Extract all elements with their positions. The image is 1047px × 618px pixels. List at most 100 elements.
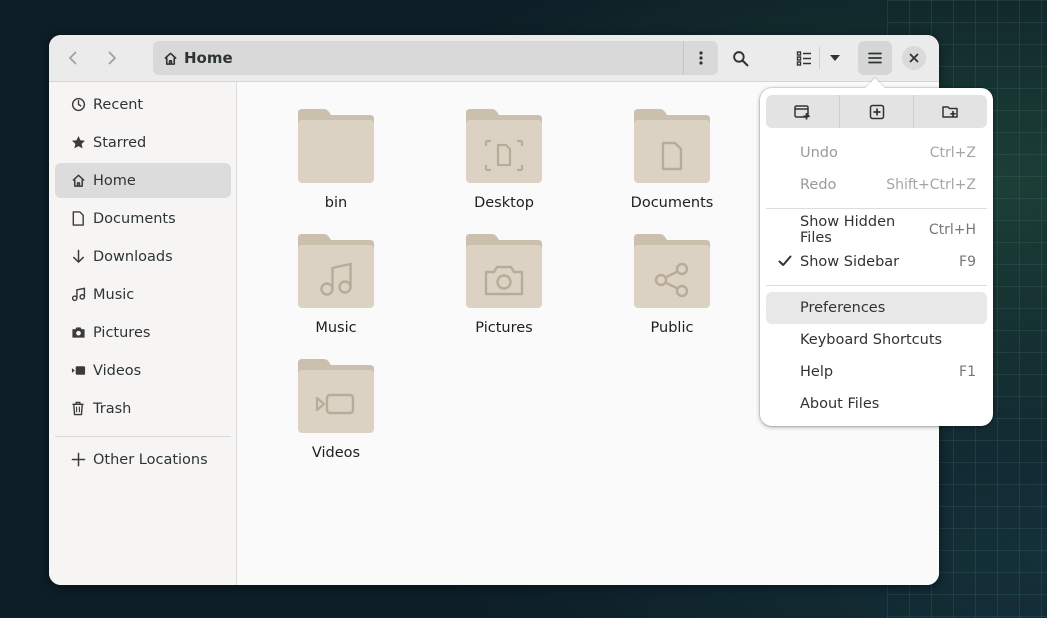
sidebar-item-downloads[interactable]: Downloads <box>55 239 231 274</box>
menu-item-accel: Ctrl+H <box>928 222 976 238</box>
folder-name: Music <box>315 320 357 336</box>
menu-separator <box>766 285 987 286</box>
plus-icon <box>69 452 87 467</box>
home-icon <box>163 51 178 66</box>
sidebar-item-label: Trash <box>93 400 132 417</box>
menu-item-label: Undo <box>800 145 838 161</box>
sidebar: Recent Starred Home Documents Downloads … <box>49 82 237 585</box>
path-label: Home <box>184 49 233 67</box>
search-icon <box>732 50 748 66</box>
sidebar-item-pictures[interactable]: Pictures <box>55 315 231 350</box>
folder-music-icon <box>298 234 374 308</box>
go-next-icon <box>108 51 116 65</box>
folder-item[interactable]: Public <box>597 232 747 352</box>
menu-button-row <box>766 95 987 128</box>
folder-share-icon <box>634 234 710 308</box>
menu-item-label: Redo <box>800 177 837 193</box>
view-options-dropdown[interactable] <box>819 47 849 69</box>
document-icon <box>69 211 87 226</box>
camera-icon <box>69 325 87 340</box>
folder-name: Desktop <box>474 195 534 211</box>
folder-item[interactable]: Music <box>261 232 411 352</box>
sidebar-item-trash[interactable]: Trash <box>55 391 231 426</box>
sidebar-item-label: Documents <box>93 210 176 227</box>
menu-item-accel: Shift+Ctrl+Z <box>886 177 976 193</box>
video-icon <box>69 363 87 378</box>
menu-item-redo[interactable]: Redo Shift+Ctrl+Z <box>766 169 987 201</box>
sidebar-item-label: Pictures <box>93 324 151 341</box>
menu-item-preferences[interactable]: Preferences <box>766 292 987 324</box>
chevron-down-icon <box>829 55 840 61</box>
new-tab-button[interactable] <box>840 95 914 128</box>
menu-item-show-hidden-files[interactable]: Show Hidden Files Ctrl+H <box>766 214 987 246</box>
menu-item-accel: F1 <box>959 364 976 380</box>
sidebar-item-starred[interactable]: Starred <box>55 125 231 160</box>
folder-item[interactable]: Pictures <box>429 232 579 352</box>
path-menu-button[interactable] <box>683 41 717 75</box>
menu-item-label: Show Sidebar <box>800 254 900 270</box>
star-icon <box>69 135 87 150</box>
new-window-button[interactable] <box>766 95 840 128</box>
sidebar-separator <box>55 436 231 437</box>
forward-button[interactable] <box>95 41 129 75</box>
menu-item-label: About Files <box>800 396 880 412</box>
folder-item[interactable]: Videos <box>261 357 411 477</box>
menu-item-undo[interactable]: Undo Ctrl+Z <box>766 137 987 169</box>
music-icon <box>69 287 87 302</box>
menu-item-label: Keyboard Shortcuts <box>800 332 943 348</box>
search-button[interactable] <box>723 41 757 75</box>
headerbar: Home <box>49 35 939 82</box>
folder-camera-icon <box>466 234 542 308</box>
folder-video-icon <box>298 359 374 433</box>
list-view-icon <box>796 51 811 66</box>
new-folder-button[interactable] <box>914 95 987 128</box>
menu-item-show-sidebar[interactable]: Show Sidebar F9 <box>766 246 987 278</box>
menu-item-accel: F9 <box>959 254 976 270</box>
download-icon <box>69 249 87 264</box>
sidebar-item-videos[interactable]: Videos <box>55 353 231 388</box>
folder-desktop-icon <box>466 109 542 183</box>
sidebar-item-label: Starred <box>93 134 147 151</box>
trash-icon <box>69 401 87 416</box>
menu-item-about-files[interactable]: About Files <box>766 388 987 420</box>
folder-name: Pictures <box>475 320 533 336</box>
check-icon <box>778 254 792 272</box>
close-button[interactable] <box>902 46 926 70</box>
new-window-icon <box>794 104 810 119</box>
menu-item-keyboard-shortcuts[interactable]: Keyboard Shortcuts <box>766 324 987 356</box>
sidebar-item-label: Recent <box>93 96 144 113</box>
sidebar-item-label: Other Locations <box>93 451 208 468</box>
menu-item-label: Help <box>800 364 834 380</box>
sidebar-item-label: Downloads <box>93 248 173 265</box>
folder-item[interactable]: Desktop <box>429 107 579 227</box>
home-icon <box>69 173 87 188</box>
sidebar-item-documents[interactable]: Documents <box>55 201 231 236</box>
view-toggle-button[interactable] <box>789 41 819 75</box>
menu-item-label: Preferences <box>800 300 886 316</box>
sidebar-item-recent[interactable]: Recent <box>55 87 231 122</box>
kebab-menu-icon <box>698 51 703 65</box>
hamburger-menu-icon <box>868 52 882 64</box>
main-menu-popover: Undo Ctrl+Z Redo Shift+Ctrl+Z Show Hidde… <box>760 78 993 426</box>
folder-name: Videos <box>311 445 361 461</box>
go-previous-icon <box>69 51 77 65</box>
clock-icon <box>69 97 87 112</box>
folder-name: Public <box>650 320 694 336</box>
folder-document-icon <box>634 109 710 183</box>
back-button[interactable] <box>56 41 90 75</box>
sidebar-item-label: Videos <box>93 362 142 379</box>
folder-item[interactable]: Documents <box>597 107 747 227</box>
sidebar-item-other-locations[interactable]: Other Locations <box>55 442 231 477</box>
main-menu-button[interactable] <box>858 41 892 75</box>
folder-name: bin <box>324 195 348 211</box>
folder-item[interactable]: bin <box>261 107 411 227</box>
close-icon <box>909 53 919 63</box>
path-bar[interactable]: Home <box>153 41 718 75</box>
menu-separator <box>766 208 987 209</box>
new-tab-icon <box>869 104 884 119</box>
sidebar-item-home[interactable]: Home <box>55 163 231 198</box>
menu-item-accel: Ctrl+Z <box>929 145 976 161</box>
menu-item-help[interactable]: Help F1 <box>766 356 987 388</box>
folder-name: Documents <box>630 195 714 211</box>
sidebar-item-music[interactable]: Music <box>55 277 231 312</box>
